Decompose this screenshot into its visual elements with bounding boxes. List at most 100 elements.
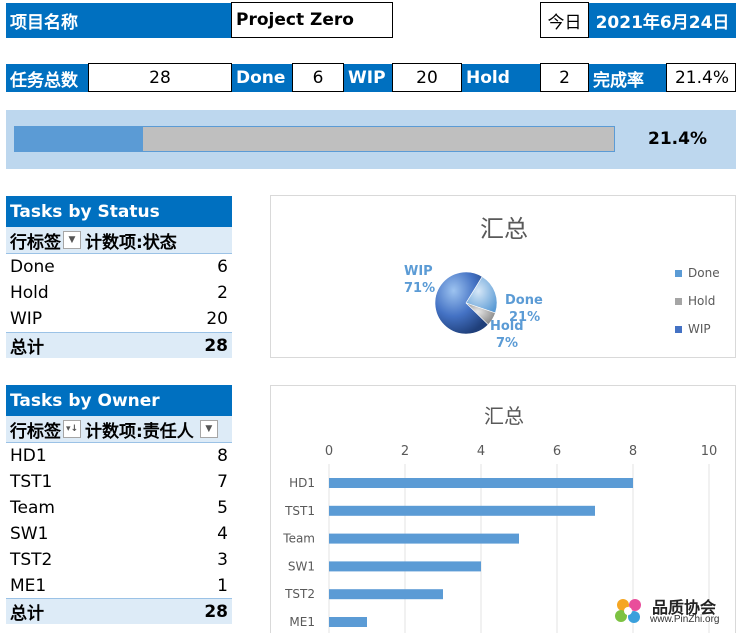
status-name: Done [10, 257, 55, 277]
completion-rate-value[interactable]: 21.4% [666, 63, 736, 92]
total-value: 28 [204, 335, 228, 356]
pie-chart-title: 汇总 [480, 215, 528, 243]
status-count: 2 [217, 283, 228, 303]
pie-label-hold-percent: 7% [496, 336, 519, 351]
bar-sw1[interactable] [329, 561, 481, 572]
status-row-label-header: 行标签 [10, 232, 61, 253]
owner-name: ME1 [10, 576, 47, 596]
owner-name: TST2 [10, 550, 53, 570]
y-category-label: SW1 [288, 559, 315, 573]
status-pie-chart[interactable]: 汇总 WIP 71% Done 21% Hold 7% Done Hold WI… [270, 195, 736, 358]
owner-name: HD1 [10, 446, 47, 466]
x-tick-label: 2 [401, 444, 409, 459]
owner-table-title: Tasks by Owner [6, 385, 232, 416]
project-name-label: 项目名称 [6, 3, 232, 38]
bar-hd1[interactable] [329, 478, 633, 488]
legend-item-hold[interactable]: Hold [675, 294, 715, 308]
y-category-label: TST1 [284, 504, 315, 518]
owner-count: 8 [217, 446, 228, 466]
status-value-header: 计数项:状态 [85, 232, 177, 253]
legend-item-wip[interactable]: WIP [675, 322, 711, 336]
hold-value[interactable]: 2 [540, 63, 589, 92]
owner-row-label-header: 行标签 [10, 421, 61, 442]
y-category-label: Team [282, 532, 315, 546]
progress-panel: 21.4% [6, 110, 736, 169]
today-date[interactable]: 2021年6月24日 [589, 3, 736, 38]
pie-label-wip-percent: 71% [404, 281, 436, 296]
pie-label-hold: Hold 7% [490, 318, 524, 352]
legend-label-wip: WIP [688, 322, 711, 336]
legend-swatch-done [675, 269, 682, 277]
hold-label: Hold [462, 64, 540, 92]
table-row[interactable]: ME1 1 [6, 573, 232, 599]
table-row[interactable]: Team 5 [6, 495, 232, 521]
owner-count: 5 [217, 498, 228, 518]
status-table-header: 行标签 ▼ 计数项:状态 [6, 227, 232, 254]
progress-track [14, 126, 615, 152]
project-name-value[interactable]: Project Zero [231, 2, 393, 38]
done-label: Done [232, 64, 292, 92]
wip-label: WIP [344, 64, 392, 92]
pie-label-wip-name: WIP [404, 264, 433, 279]
y-category-label: ME1 [289, 615, 315, 629]
status-count: 6 [217, 257, 228, 277]
bar-tst1[interactable] [329, 505, 595, 516]
legend-swatch-hold [675, 297, 682, 305]
table-row[interactable]: Hold 2 [6, 280, 232, 306]
done-value[interactable]: 6 [292, 63, 344, 92]
owner-value-header: 计数项:责任人 [85, 421, 194, 442]
status-table-title: Tasks by Status [6, 196, 232, 227]
bar-team[interactable] [329, 533, 519, 544]
y-category-label: TST2 [284, 587, 315, 601]
total-value: 28 [204, 601, 228, 622]
owner-name: SW1 [10, 524, 49, 544]
table-row[interactable]: TST1 7 [6, 469, 232, 495]
table-row[interactable]: WIP 20 [6, 306, 232, 332]
y-category-label: HD1 [289, 476, 315, 490]
owner-name: TST1 [10, 472, 53, 492]
owner-table-header: 行标签 ▾↓ 计数项:责任人 ▼ [6, 416, 232, 443]
owner-count: 1 [217, 576, 228, 596]
bar-me1[interactable] [329, 617, 367, 627]
total-tasks-value[interactable]: 28 [88, 63, 232, 92]
pie-label-wip: WIP 71% [404, 263, 435, 297]
owner-name: Team [10, 498, 55, 518]
table-row[interactable]: HD1 8 [6, 443, 232, 469]
status-table-total: 总计 28 [6, 332, 232, 358]
progress-fill [15, 127, 144, 151]
filter-dropdown-icon[interactable]: ▼ [63, 231, 81, 249]
progress-percent: 21.4% [648, 129, 707, 149]
owner-table-total: 总计 28 [6, 598, 232, 624]
pie-label-done-name: Done [505, 293, 543, 308]
filter-dropdown-icon[interactable]: ▼ [199, 420, 218, 438]
pie-label-hold-name: Hold [490, 319, 524, 334]
legend-label-done: Done [688, 266, 720, 280]
table-row[interactable]: SW1 4 [6, 521, 232, 547]
status-count: 20 [206, 309, 228, 329]
owner-count: 3 [217, 550, 228, 570]
watermark: 品质协会 www.PinZhi.org [612, 594, 736, 630]
today-label: 今日 [540, 2, 589, 38]
wip-value[interactable]: 20 [392, 63, 462, 92]
legend-swatch-wip [675, 325, 682, 333]
owner-count: 7 [217, 472, 228, 492]
total-tasks-label: 任务总数 [6, 64, 88, 92]
x-tick-label: 6 [553, 444, 561, 459]
sort-filter-dropdown-icon[interactable]: ▾↓ [63, 420, 81, 438]
status-name: WIP [10, 309, 43, 329]
flower-logo-icon [615, 599, 641, 623]
legend-item-done[interactable]: Done [675, 266, 720, 280]
x-tick-label: 8 [629, 444, 637, 459]
owner-count: 4 [217, 524, 228, 544]
table-row[interactable]: Done 6 [6, 254, 232, 280]
x-tick-label: 10 [701, 444, 718, 459]
legend-label-hold: Hold [688, 294, 716, 308]
bar-tst2[interactable] [329, 589, 443, 600]
completion-rate-label: 完成率 [589, 64, 666, 92]
watermark-url: www.PinZhi.org [650, 614, 720, 625]
x-tick-label: 4 [477, 444, 485, 459]
total-label: 总计 [10, 604, 44, 624]
status-name: Hold [10, 283, 49, 303]
table-row[interactable]: TST2 3 [6, 547, 232, 573]
total-label: 总计 [10, 338, 44, 358]
